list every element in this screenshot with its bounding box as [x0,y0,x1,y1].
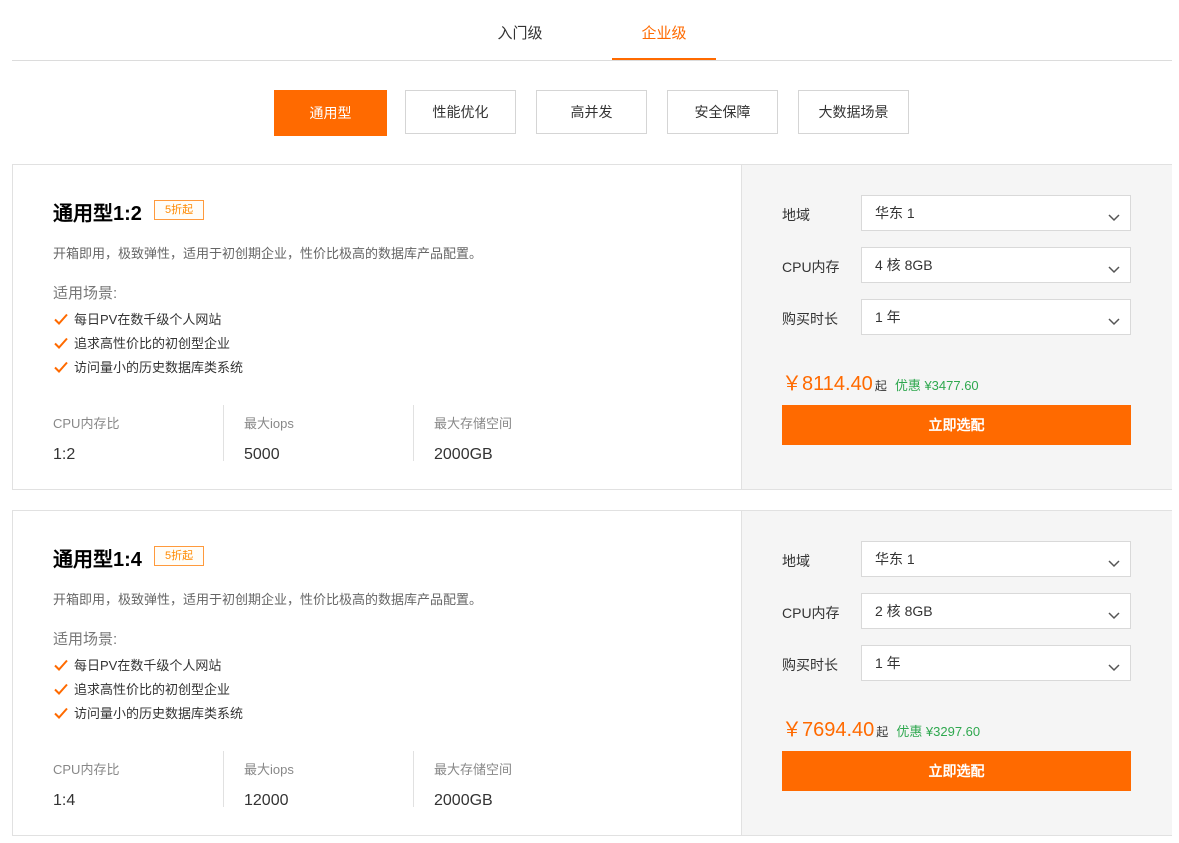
duration-select[interactable]: 1 年 [861,299,1131,335]
duration-label: 购买时长 [782,311,838,327]
select-value: 华东 1 [875,205,915,221]
scenario-text: 访问量小的历史数据库类系统 [74,360,244,375]
scenario-label: 适用场景: [53,631,118,648]
saving-amount: 优惠 ¥3297.60 [896,724,981,739]
plan-info: 通用型1:4 5折起 开箱即用，极致弹性，适用于初创期企业，性价比极高的数据库产… [13,511,740,835]
cpu-memory-label: CPU内存 [782,605,840,621]
chevron-down-icon [1108,555,1120,573]
spec-value: 12000 [244,792,289,809]
spec-cpu-memory-ratio: CPU内存比 1:4 [53,751,120,809]
purchase-panel: 地域 华东 1 CPU内存 2 核 8GB 购买时长 1 年 ￥7694.40 起… [741,511,1172,835]
spec-row: CPU内存比 1:2 最大iops 5000 最大存储空间 2000GB [53,405,653,463]
discount-badge: 5折起 [154,546,205,566]
tab-entry-level[interactable]: 入门级 [468,0,572,59]
select-value: 1 年 [875,309,901,325]
region-select[interactable]: 华东 1 [861,541,1131,577]
scenario-text: 访问量小的历史数据库类系统 [74,706,244,721]
cpu-memory-select[interactable]: 2 核 8GB [861,593,1131,629]
spec-cpu-memory-ratio: CPU内存比 1:2 [53,405,120,463]
scenario-item: 每日PV在数千级个人网站 [53,311,243,335]
select-value: 华东 1 [875,551,915,567]
scenario-text: 追求高性价比的初创型企业 [74,682,231,697]
check-icon [53,657,69,675]
spec-max-storage: 最大存储空间 2000GB [413,751,513,809]
chevron-down-icon [1108,659,1120,677]
spec-row: CPU内存比 1:4 最大iops 12000 最大存储空间 2000GB [53,751,653,809]
check-icon [53,681,69,699]
spec-label: 最大iops [244,416,294,431]
category-big-data[interactable]: 大数据场景 [798,90,909,134]
scenario-list: 每日PV在数千级个人网站 追求高性价比的初创型企业 访问量小的历史数据库类系统 [53,311,243,383]
tab-enterprise-level[interactable]: 企业级 [612,0,716,60]
plan-title: 通用型1:4 [53,549,142,571]
chevron-down-icon [1108,607,1120,625]
plan-description: 开箱即用，极致弹性，适用于初创期企业，性价比极高的数据库产品配置。 [53,592,483,607]
saving-amount: 优惠 ¥3477.60 [894,378,979,393]
configure-button[interactable]: 立即选配 [782,751,1131,791]
spec-label: CPU内存比 [53,416,120,431]
check-icon [53,335,69,353]
price: ￥8114.40 [782,373,873,395]
scenario-item: 每日PV在数千级个人网站 [53,657,243,681]
select-value: 2 核 8GB [875,603,933,619]
check-icon [53,705,69,723]
purchase-panel: 地域 华东 1 CPU内存 4 核 8GB 购买时长 1 年 ￥8114.40 起… [741,165,1172,489]
category-tabs: 通用型 性能优化 高并发 安全保障 大数据场景 [0,90,1179,136]
plan-title: 通用型1:2 [53,203,142,225]
spec-value: 1:4 [53,792,76,809]
price: ￥7694.40 [782,719,875,741]
category-performance[interactable]: 性能优化 [405,90,516,134]
plan-card: 通用型1:4 5折起 开箱即用，极致弹性，适用于初创期企业，性价比极高的数据库产… [12,510,1172,836]
region-label: 地域 [782,207,810,223]
scenario-item: 追求高性价比的初创型企业 [53,335,243,359]
spec-label: 最大存储空间 [434,416,513,431]
chevron-down-icon [1108,261,1120,279]
scenario-item: 访问量小的历史数据库类系统 [53,705,243,729]
price-row: ￥7694.40 起优惠 ¥3297.60 [782,713,980,743]
spec-value: 1:2 [53,446,76,463]
spec-max-iops: 最大iops 5000 [223,405,294,463]
plan-info: 通用型1:2 5折起 开箱即用，极致弹性，适用于初创期企业，性价比极高的数据库产… [13,165,740,489]
spec-label: 最大iops [244,762,294,777]
category-general[interactable]: 通用型 [274,90,387,136]
scenario-item: 追求高性价比的初创型企业 [53,681,243,705]
select-value: 1 年 [875,655,901,671]
spec-value: 2000GB [434,792,493,809]
scenario-text: 每日PV在数千级个人网站 [74,658,222,673]
spec-label: 最大存储空间 [434,762,513,777]
scenario-text: 追求高性价比的初创型企业 [74,336,231,351]
tier-tabs: 入门级 企业级 [12,0,1172,61]
discount-badge: 5折起 [154,200,205,220]
duration-label: 购买时长 [782,657,838,673]
scenario-text: 每日PV在数千级个人网站 [74,312,222,327]
chevron-down-icon [1108,313,1120,331]
cpu-memory-select[interactable]: 4 核 8GB [861,247,1131,283]
plan-card: 通用型1:2 5折起 开箱即用，极致弹性，适用于初创期企业，性价比极高的数据库产… [12,164,1172,490]
category-security[interactable]: 安全保障 [667,90,778,134]
scenario-label: 适用场景: [53,285,118,302]
region-label: 地域 [782,553,810,569]
duration-select[interactable]: 1 年 [861,645,1131,681]
price-suffix: 起 [876,725,889,739]
plan-description: 开箱即用，极致弹性，适用于初创期企业，性价比极高的数据库产品配置。 [53,246,483,261]
spec-label: CPU内存比 [53,762,120,777]
chevron-down-icon [1108,209,1120,227]
select-value: 4 核 8GB [875,257,933,273]
cpu-memory-label: CPU内存 [782,259,840,275]
configure-button[interactable]: 立即选配 [782,405,1131,445]
region-select[interactable]: 华东 1 [861,195,1131,231]
price-suffix: 起 [874,379,887,393]
spec-value: 2000GB [434,446,493,463]
spec-max-storage: 最大存储空间 2000GB [413,405,513,463]
check-icon [53,311,69,329]
scenario-list: 每日PV在数千级个人网站 追求高性价比的初创型企业 访问量小的历史数据库类系统 [53,657,243,729]
check-icon [53,359,69,377]
scenario-item: 访问量小的历史数据库类系统 [53,359,243,383]
spec-value: 5000 [244,446,280,463]
price-row: ￥8114.40 起优惠 ¥3477.60 [782,367,979,397]
spec-max-iops: 最大iops 12000 [223,751,294,809]
category-high-concurrency[interactable]: 高并发 [536,90,647,134]
